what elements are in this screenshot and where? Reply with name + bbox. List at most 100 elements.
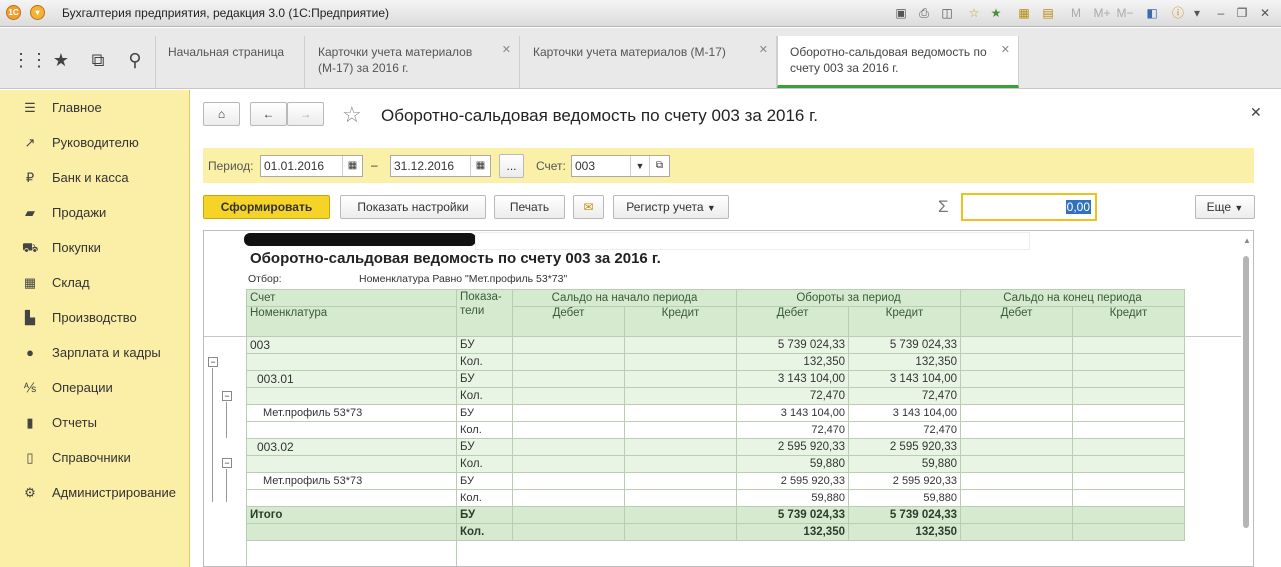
history-icon[interactable]: ⧉ xyxy=(86,48,110,72)
favorites-star-icon[interactable]: ★ xyxy=(49,48,73,72)
sidebar-item-manager[interactable]: ↗ Руководителю xyxy=(0,125,190,160)
back-button[interactable]: ← xyxy=(250,102,287,126)
collapse-003-01-icon[interactable]: − xyxy=(222,391,232,401)
calendar-icon[interactable]: ▤ xyxy=(1040,5,1056,21)
tab-home[interactable]: Начальная страница xyxy=(155,36,305,88)
table-row[interactable]: Кол. 72,470 72,470 xyxy=(246,421,1185,439)
calendar-icon[interactable]: ▦ xyxy=(342,156,362,176)
collapse-003-icon[interactable]: − xyxy=(208,357,218,367)
preview-icon[interactable]: ◫ xyxy=(939,5,955,21)
close-window-icon[interactable]: ✕ xyxy=(1257,5,1273,21)
table-row[interactable]: 003 БУ 5 739 024,33 5 739 024,33 xyxy=(246,336,1185,354)
sidebar-item-bank[interactable]: ₽ Банк и касса xyxy=(0,160,190,195)
outline-line xyxy=(212,368,213,502)
memory-m-icon[interactable]: M xyxy=(1068,5,1084,21)
account-field[interactable]: 003 ▼ ⧉ xyxy=(571,155,670,177)
forward-button[interactable]: → xyxy=(287,102,324,126)
sidebar-item-admin[interactable]: ⚙ Администрирование xyxy=(0,475,190,510)
generate-button[interactable]: Сформировать xyxy=(203,195,330,219)
apps-grid-icon[interactable]: ⋮⋮ xyxy=(12,48,48,72)
sidebar-item-purchases[interactable]: ⛟ Покупки xyxy=(0,230,190,265)
turnover-credit: 5 739 024,33 xyxy=(848,336,961,354)
scroll-thumb[interactable] xyxy=(1243,256,1249,528)
close-tab-icon[interactable]: ✕ xyxy=(1001,42,1010,58)
sidebar-item-label: Продажи xyxy=(52,205,107,220)
sidebar-item-reports[interactable]: ▮ Отчеты xyxy=(0,405,190,440)
favorites-icon[interactable]: ★ xyxy=(988,5,1004,21)
sidebar-item-directories[interactable]: ▯ Справочники xyxy=(0,440,190,475)
period-select-button[interactable]: ... xyxy=(499,154,524,178)
table-line xyxy=(246,536,247,566)
vertical-scrollbar[interactable]: ▲ xyxy=(1240,236,1252,567)
turnover-debit: 132,350 xyxy=(736,353,849,371)
close-tab-icon[interactable]: ✕ xyxy=(502,42,511,58)
row-name: 003.02 xyxy=(246,438,457,456)
scroll-up-icon[interactable]: ▲ xyxy=(1243,236,1251,245)
search-icon[interactable]: ⚲ xyxy=(123,48,147,72)
header-indicators: Показа- тели xyxy=(456,289,513,337)
calendar-icon[interactable]: ▦ xyxy=(470,156,490,176)
sidebar-item-operations[interactable]: ⅍ Операции xyxy=(0,370,190,405)
table-row[interactable]: Кол. 72,470 72,470 xyxy=(246,387,1185,405)
open-icon[interactable]: ⧉ xyxy=(649,156,669,176)
total-row[interactable]: Итого БУ 5 739 024,33 5 739 024,33 xyxy=(246,506,1185,524)
table-row[interactable]: Мет.профиль 53*73 БУ 2 595 920,33 2 595 920… xyxy=(246,472,1185,490)
header-credit: Кредит xyxy=(624,306,737,337)
collapse-003-02-icon[interactable]: − xyxy=(222,458,232,468)
memory-minus-icon[interactable]: M− xyxy=(1116,5,1134,21)
turnover-debit: 72,470 xyxy=(736,421,849,439)
report-area[interactable]: Оборотно-сальдовая ведомость по счету 00… xyxy=(203,230,1254,567)
turnover-debit: 2 595 920,33 xyxy=(736,438,849,456)
favorite-star-icon[interactable]: ☆ xyxy=(342,102,362,128)
save-icon[interactable]: ▣ xyxy=(893,5,909,21)
show-settings-button[interactable]: Показать настройки xyxy=(340,195,486,219)
date-to-field[interactable]: 31.12.2016 ▦ xyxy=(390,155,491,177)
sidebar-item-main[interactable]: ☰ Главное xyxy=(0,90,190,125)
favorite-icon[interactable]: ☆ xyxy=(966,5,982,21)
print-icon[interactable]: ⎙ xyxy=(916,5,932,21)
table-row[interactable]: Кол. 59,880 59,880 xyxy=(246,489,1185,507)
calculator-icon[interactable]: ▦ xyxy=(1016,5,1032,21)
row-name xyxy=(246,353,457,371)
close-form-icon[interactable]: ✕ xyxy=(1250,104,1262,121)
close-tab-icon[interactable]: ✕ xyxy=(759,42,768,58)
chevron-down-icon[interactable]: ▼ xyxy=(630,156,649,176)
table-row[interactable]: 003.01 БУ 3 143 104,00 3 143 104,00 xyxy=(246,370,1185,388)
tab-label: Карточки учета материалов (М-17) xyxy=(533,45,726,59)
turnover-debit: 5 739 024,33 xyxy=(736,506,849,524)
tab-m17-cards[interactable]: Карточки учета материалов (М-17) ✕ xyxy=(521,36,777,88)
tab-osv-003[interactable]: Оборотно-сальдовая ведомость по счету 00… xyxy=(777,36,1019,88)
header-account: Счет xyxy=(246,289,457,307)
more-button[interactable]: Еще ▼ xyxy=(1195,195,1255,219)
minimize-icon[interactable]: – xyxy=(1213,5,1229,21)
sidebar-item-production[interactable]: ▙ Производство xyxy=(0,300,190,335)
email-button[interactable]: ✉ xyxy=(573,195,604,219)
row-name xyxy=(246,387,457,405)
table-row[interactable]: 003.02 БУ 2 595 920,33 2 595 920,33 xyxy=(246,438,1185,456)
date-from-field[interactable]: 01.01.2016 ▦ xyxy=(260,155,363,177)
sidebar-item-payroll[interactable]: ● Зарплата и кадры xyxy=(0,335,190,370)
turnover-credit: 3 143 104,00 xyxy=(848,370,961,388)
panels-icon[interactable]: ◧ xyxy=(1144,5,1160,21)
sidebar-item-label: Банк и касса xyxy=(52,170,129,185)
print-button[interactable]: Печать xyxy=(494,195,565,219)
sidebar-item-sales[interactable]: ▰ Продажи xyxy=(0,195,190,230)
info-icon[interactable]: ⓘ xyxy=(1170,5,1186,21)
tab-m17-cards-2016[interactable]: Карточки учета материалов (М-17) за 2016… xyxy=(306,36,520,88)
register-dropdown[interactable]: Регистр учета ▼ xyxy=(613,195,729,219)
turnover-debit: 59,880 xyxy=(736,455,849,473)
sidebar: ☰ Главное ↗ Руководителю ₽ Банк и касса ▰ Пр… xyxy=(0,90,190,567)
sidebar-item-label: Покупки xyxy=(52,240,101,255)
table-row[interactable]: Кол. 132,350 132,350 xyxy=(246,353,1185,371)
table-row[interactable]: Мет.профиль 53*73 БУ 3 143 104,00 3 143 104… xyxy=(246,404,1185,422)
sum-field[interactable]: 0,00 xyxy=(961,193,1097,221)
restore-icon[interactable]: ❐ xyxy=(1234,5,1250,21)
info-dropdown-icon[interactable]: ▾ xyxy=(1189,5,1205,21)
table-row[interactable]: Кол. 59,880 59,880 xyxy=(246,455,1185,473)
menu-dropdown-icon[interactable]: ▾ xyxy=(30,5,45,20)
home-button[interactable]: ⌂ xyxy=(203,102,240,126)
total-row[interactable]: Кол. 132,350 132,350 xyxy=(246,523,1185,541)
sidebar-item-warehouse[interactable]: ▦ Склад xyxy=(0,265,190,300)
memory-plus-icon[interactable]: M+ xyxy=(1092,5,1112,21)
row-indicator: Кол. xyxy=(456,353,513,371)
